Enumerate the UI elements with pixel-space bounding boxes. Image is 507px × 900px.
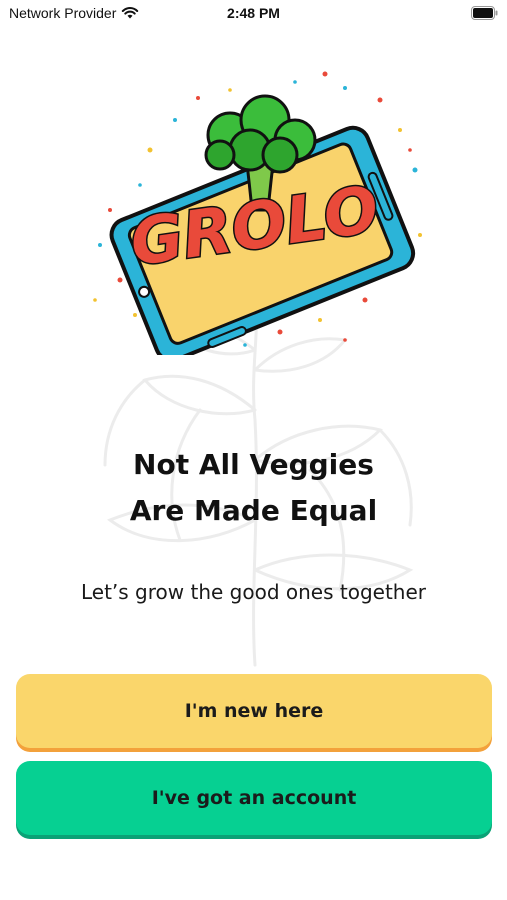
new-user-button[interactable]: I'm new here — [16, 674, 492, 748]
status-bar: Network Provider 2:48 PM — [0, 0, 507, 30]
sign-in-button[interactable]: I've got an account — [16, 761, 492, 835]
tagline: Let’s grow the good ones together — [80, 580, 427, 604]
headline-line-2: Are Made Equal — [129, 494, 378, 527]
grolo-logo: GROLO — [93, 71, 422, 355]
status-time: 2:48 PM — [227, 5, 280, 21]
headline: Not All Veggies Are Made Equal — [0, 442, 507, 534]
headline-line-1: Not All Veggies — [133, 448, 374, 481]
battery-icon — [471, 6, 498, 20]
